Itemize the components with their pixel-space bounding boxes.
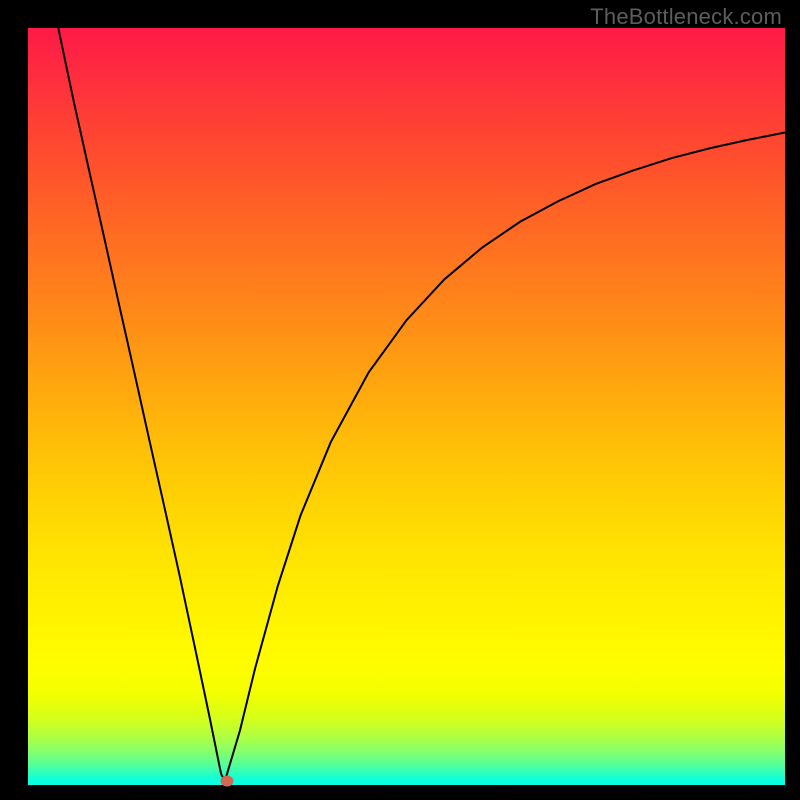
annotation-dot (221, 776, 234, 787)
curve-right-branch (225, 132, 785, 781)
chart-curve (28, 28, 785, 785)
chart-plot-area (28, 28, 785, 785)
curve-left-branch (58, 28, 225, 781)
watermark-text: TheBottleneck.com (590, 4, 782, 30)
